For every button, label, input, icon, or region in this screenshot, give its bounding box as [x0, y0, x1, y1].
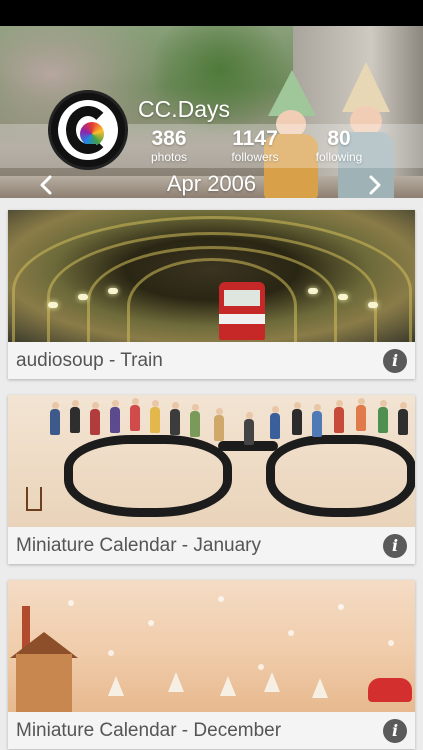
info-icon[interactable]: i	[383, 718, 407, 743]
feed-card-january[interactable]: Miniature Calendar - January i	[8, 395, 415, 564]
stat-followers-label: followers	[231, 150, 279, 164]
info-icon[interactable]: i	[383, 533, 407, 558]
chevron-right-icon[interactable]	[363, 174, 385, 196]
tram-illustration	[219, 282, 265, 340]
photo-miniature-december[interactable]	[8, 580, 415, 712]
current-month: Apr 2006	[166, 171, 257, 196]
stat-photos-label: photos	[150, 150, 188, 164]
photo-miniature-glasses[interactable]	[8, 395, 415, 527]
month-navigation: Apr 2006	[0, 171, 423, 199]
avatar-logo-icon	[58, 100, 118, 160]
stat-photos-count: 386	[151, 127, 187, 150]
stat-following-count: 80	[327, 127, 351, 150]
card-caption-bar: Miniature Calendar - December i	[8, 712, 415, 749]
stat-followers-count: 1147	[232, 127, 278, 150]
stat-following-label: following	[315, 150, 363, 164]
sleigh	[368, 678, 412, 702]
card-caption-bar: Miniature Calendar - January i	[8, 527, 415, 564]
stat-photos[interactable]: 386 photos	[142, 127, 196, 165]
avatar[interactable]	[48, 90, 128, 170]
stat-following[interactable]: 80 following	[308, 127, 370, 165]
card-caption: audiosoup - Train	[16, 349, 163, 371]
feed-card-train[interactable]: audiosoup - Train i	[8, 210, 415, 379]
status-bar	[0, 0, 423, 26]
card-caption-bar: audiosoup - Train i	[8, 342, 415, 379]
feed-card-december[interactable]: Miniature Calendar - December i	[8, 580, 415, 749]
stat-followers[interactable]: 1147 followers	[222, 127, 288, 165]
photo-train-tunnel[interactable]	[8, 210, 415, 342]
card-caption: Miniature Calendar - January	[16, 534, 262, 556]
profile-name: CC.Days	[138, 96, 231, 122]
house	[16, 654, 72, 712]
info-icon[interactable]: i	[383, 348, 407, 373]
card-caption: Miniature Calendar - December	[16, 719, 282, 741]
